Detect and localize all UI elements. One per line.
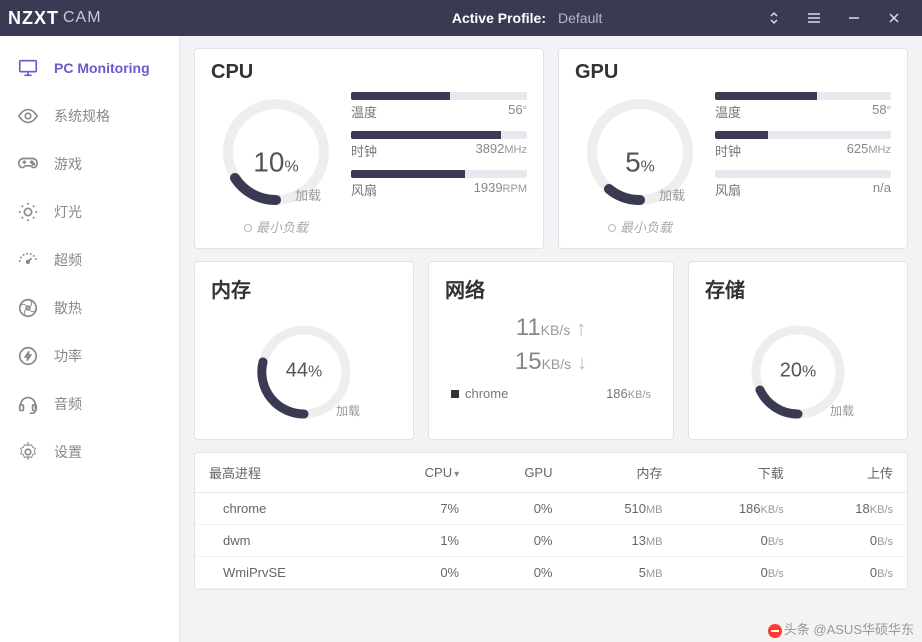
power-icon: [16, 344, 40, 368]
network-title: 网络: [445, 274, 657, 303]
sidebar-item-monitor[interactable]: PC Monitoring: [0, 44, 179, 92]
profile-label: Active Profile:: [452, 10, 546, 26]
sidebar-item-gear[interactable]: 设置: [0, 428, 179, 476]
cpu-load-value: 10%: [253, 146, 298, 178]
headset-icon: [16, 392, 40, 416]
process-table: 最高进程 CPU▾ GPU 内存 下载 上传 chrome 7% 0% 510M…: [195, 453, 907, 589]
main-content: CPU 10% 加载 最小负载 温度 56° 时钟 3892MHz 风扇: [180, 36, 922, 642]
brand-sub: CAM: [63, 9, 102, 27]
eye-icon: [16, 104, 40, 128]
sidebar-item-headset[interactable]: 音频: [0, 380, 179, 428]
cpu-stat-row: 风扇 1939RPM: [351, 170, 527, 199]
sun-icon: [16, 200, 40, 224]
memory-card[interactable]: 内存 44% 加载: [194, 261, 414, 440]
sidebar-item-label: 系统规格: [54, 106, 110, 126]
sidebar-item-label: 功率: [54, 346, 82, 366]
col-down[interactable]: 下载: [677, 453, 798, 493]
sidebar: PC Monitoring 系统规格游戏灯光超频散热功率音频设置: [0, 36, 180, 642]
table-row[interactable]: WmiPrvSE 0% 0% 5MB 0B/s 0B/s: [195, 557, 907, 589]
gpu-stat-row: 时钟 625MHz: [715, 131, 891, 160]
col-up[interactable]: 上传: [798, 453, 907, 493]
col-mem[interactable]: 内存: [566, 453, 676, 493]
network-down: 15KB/s↓: [445, 345, 657, 379]
sidebar-item-label: 音频: [54, 394, 82, 414]
gauge-icon: [16, 248, 40, 272]
sidebar-item-label: 游戏: [54, 154, 82, 174]
gpu-card[interactable]: GPU 5% 加载 最小负载 温度 58° 时钟 625MHz 风扇: [558, 48, 908, 249]
gpu-load-label: 加载: [659, 185, 685, 204]
sidebar-item-label: 超频: [54, 250, 82, 270]
close-icon[interactable]: [874, 0, 914, 36]
process-table-card: 最高进程 CPU▾ GPU 内存 下载 上传 chrome 7% 0% 510M…: [194, 452, 908, 590]
memory-value: 44%: [286, 359, 322, 382]
menu-icon[interactable]: [794, 0, 834, 36]
cpu-min-load: 最小负载: [211, 217, 341, 236]
gpu-title: GPU: [575, 61, 891, 84]
storage-value: 20%: [780, 359, 816, 382]
storage-label: 加载: [830, 402, 854, 419]
sidebar-item-label: 灯光: [54, 202, 82, 222]
monitor-icon: [16, 56, 40, 80]
col-cpu[interactable]: CPU▾: [369, 453, 473, 493]
watermark: 头条 @ASUS华硕华东: [768, 619, 914, 638]
network-card[interactable]: 网络 11KB/s↑ 15KB/s↓ chrome 186KB/s: [428, 261, 674, 440]
network-up: 11KB/s↑: [445, 311, 657, 345]
sidebar-item-eye[interactable]: 系统规格: [0, 92, 179, 140]
cpu-load-label: 加载: [295, 185, 321, 204]
arrow-down-icon: ↓: [577, 352, 587, 374]
profile-updown-icon[interactable]: [754, 0, 794, 36]
brand-logo: NZXT: [8, 8, 59, 29]
cpu-card[interactable]: CPU 10% 加载 最小负载 温度 56° 时钟 3892MHz 风扇: [194, 48, 544, 249]
sidebar-item-label: 散热: [54, 298, 82, 318]
table-row[interactable]: dwm 1% 0% 13MB 0B/s 0B/s: [195, 525, 907, 557]
sidebar-item-label: 设置: [54, 442, 82, 462]
titlebar: NZXT CAM Active Profile: Default: [0, 0, 922, 36]
sidebar-item-label: PC Monitoring: [54, 60, 150, 76]
network-top-proc: chrome: [451, 386, 508, 401]
gpu-load-value: 5%: [625, 146, 655, 178]
sidebar-item-gamepad[interactable]: 游戏: [0, 140, 179, 188]
sidebar-item-power[interactable]: 功率: [0, 332, 179, 380]
gear-icon: [16, 440, 40, 464]
fan-icon: [16, 296, 40, 320]
memory-title: 内存: [211, 274, 397, 303]
cpu-stat-row: 温度 56°: [351, 92, 527, 121]
col-process[interactable]: 最高进程: [195, 453, 369, 493]
sidebar-item-sun[interactable]: 灯光: [0, 188, 179, 236]
profile-select[interactable]: Default: [558, 10, 738, 26]
network-top-rate: 186KB/s: [606, 386, 651, 401]
gpu-stat-row: 温度 58°: [715, 92, 891, 121]
col-gpu[interactable]: GPU: [473, 453, 566, 493]
toutiao-icon: [768, 624, 782, 638]
memory-label: 加载: [336, 402, 360, 419]
storage-card[interactable]: 存储 20% 加载: [688, 261, 908, 440]
arrow-up-icon: ↑: [576, 318, 586, 340]
cpu-stat-row: 时钟 3892MHz: [351, 131, 527, 160]
sidebar-item-fan[interactable]: 散热: [0, 284, 179, 332]
sort-desc-icon: ▾: [454, 469, 459, 480]
sidebar-item-gauge[interactable]: 超频: [0, 236, 179, 284]
storage-title: 存储: [705, 274, 891, 303]
gpu-min-load: 最小负载: [575, 217, 705, 236]
gpu-stat-row: 风扇 n/a: [715, 170, 891, 199]
minimize-icon[interactable]: [834, 0, 874, 36]
gamepad-icon: [16, 152, 40, 176]
cpu-title: CPU: [211, 61, 527, 84]
table-row[interactable]: chrome 7% 0% 510MB 186KB/s 18KB/s: [195, 493, 907, 525]
